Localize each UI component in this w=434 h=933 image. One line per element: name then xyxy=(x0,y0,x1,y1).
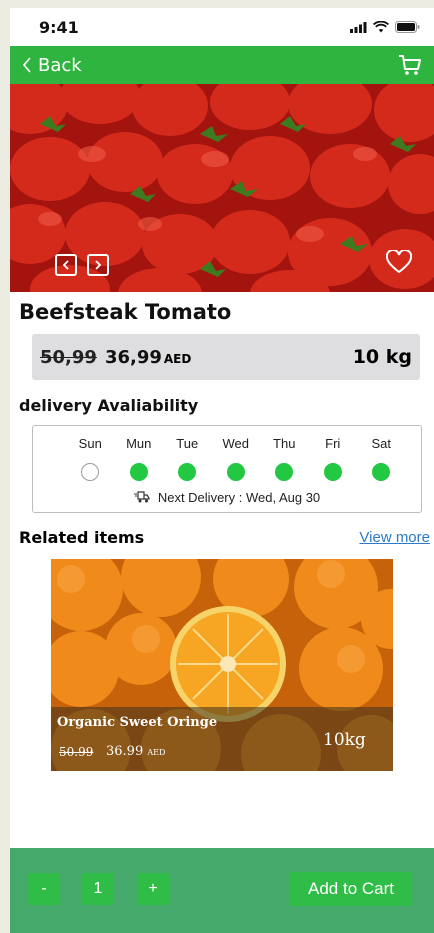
cart-icon[interactable] xyxy=(398,53,422,77)
day-label: Fri xyxy=(325,436,341,451)
product-title: Beefsteak Tomato xyxy=(19,300,232,324)
delivery-day-tue: Tue xyxy=(163,436,212,481)
chevron-right-icon xyxy=(95,260,102,270)
delivery-day-sun: Sun xyxy=(66,436,115,481)
status-bar: 9:41 xyxy=(10,8,434,46)
delivery-days: Sun Mun Tue Wed Thu Fri Sat xyxy=(66,436,406,481)
delivery-truck-icon xyxy=(133,491,150,503)
favorite-heart-icon[interactable] xyxy=(386,250,412,274)
quantity-value: 1 xyxy=(82,873,114,905)
signal-icon xyxy=(350,21,367,33)
day-label: Sat xyxy=(371,436,391,451)
decrease-quantity-button[interactable]: - xyxy=(28,873,60,905)
available-dot xyxy=(275,463,294,481)
day-label: Tue xyxy=(176,436,199,451)
related-items-heading: Related items xyxy=(19,528,145,547)
available-dot xyxy=(178,463,197,481)
chevron-left-icon xyxy=(62,260,69,270)
related-items-header: Related items View more xyxy=(19,528,430,547)
old-price: 50,99 xyxy=(40,346,97,368)
available-dot xyxy=(129,463,148,481)
currency-label: AED xyxy=(163,351,192,366)
day-label: Wed xyxy=(222,436,250,451)
delivery-day-thu: Thu xyxy=(260,436,309,481)
available-dot xyxy=(323,463,342,481)
delivery-availability-box: Sun Mun Tue Wed Thu Fri Sat Next Delivery : We… xyxy=(32,425,422,513)
day-label: Sun xyxy=(78,436,102,451)
unavailable-dot xyxy=(81,463,100,481)
current-price: 36,99 xyxy=(104,346,162,368)
related-item-card[interactable]: Organic Sweet Oringe 50.99 36.99 AED 10k… xyxy=(51,559,393,771)
delivery-heading: delivery Avaliability xyxy=(19,396,199,415)
related-item-name: Organic Sweet Oringe xyxy=(57,715,218,730)
battery-icon xyxy=(395,21,420,33)
related-item-old-price: 50.99 xyxy=(59,745,94,759)
day-label: Thu xyxy=(273,436,296,451)
product-weight: 10 kg xyxy=(352,346,412,368)
increase-quantity-button[interactable]: + xyxy=(137,873,169,905)
next-image-button[interactable] xyxy=(87,254,109,276)
related-item-weight: 10kg xyxy=(323,730,366,750)
price-bar: 50,99 36,99 AED 10 kg xyxy=(32,334,420,380)
back-button[interactable]: Back xyxy=(22,55,82,76)
next-delivery-text: Next Delivery : Wed, Aug 30 xyxy=(157,490,321,505)
related-item-price: 36.99 xyxy=(106,744,144,759)
prev-image-button[interactable] xyxy=(55,254,77,276)
top-nav-bar: Back xyxy=(10,46,434,84)
delivery-day-mun: Mun xyxy=(115,436,164,481)
delivery-day-sat: Sat xyxy=(357,436,406,481)
related-item-currency: AED xyxy=(147,748,166,757)
phone-screen: 9:41 Back Beefsteak Tomato 50,99 36,99 A… xyxy=(10,8,434,933)
delivery-day-fri: Fri xyxy=(309,436,358,481)
wifi-icon xyxy=(373,21,389,33)
delivery-day-wed: Wed xyxy=(212,436,261,481)
product-image-carousel[interactable] xyxy=(10,84,434,292)
status-time: 9:41 xyxy=(39,17,79,37)
day-label: Mun xyxy=(126,436,152,451)
bottom-action-bar: - 1 + Add to Cart xyxy=(10,848,434,933)
available-dot xyxy=(226,463,245,481)
chevron-left-icon xyxy=(22,57,31,73)
back-label: Back xyxy=(38,54,82,76)
available-dot xyxy=(372,463,391,481)
add-to-cart-button[interactable]: Add to Cart xyxy=(290,872,412,906)
view-more-link[interactable]: View more xyxy=(359,529,430,546)
